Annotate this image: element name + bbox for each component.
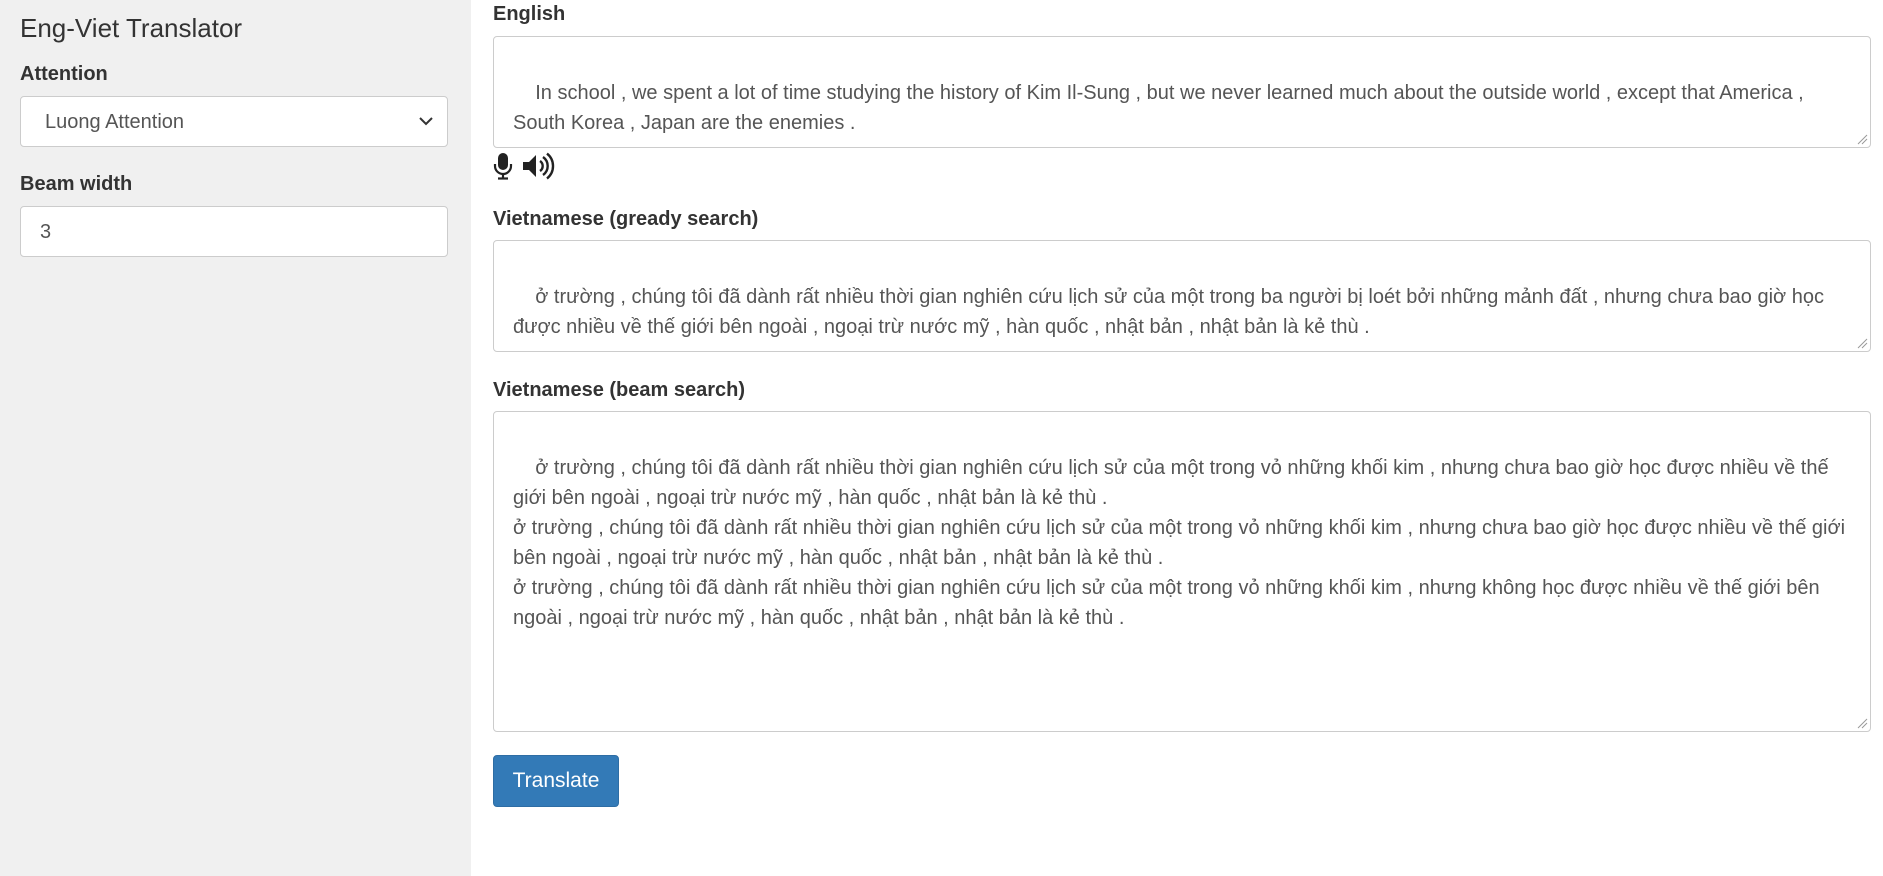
- english-text: In school , we spent a lot of time study…: [513, 82, 1810, 134]
- beam-text: ở trường , chúng tôi đã dành rất nhiều t…: [513, 457, 1846, 629]
- sidebar: Eng-Viet Translator Attention Luong Atte…: [0, 0, 471, 876]
- english-textarea[interactable]: In school , we spent a lot of time study…: [493, 36, 1871, 148]
- beam-width-input[interactable]: 3: [20, 206, 448, 257]
- microphone-icon[interactable]: [493, 152, 513, 180]
- attention-select[interactable]: Luong Attention: [20, 96, 448, 147]
- beam-width-label: Beam width: [20, 173, 133, 195]
- attention-select-value: Luong Attention: [45, 111, 185, 133]
- resize-grip-icon[interactable]: [1856, 717, 1868, 729]
- speaker-icon[interactable]: [521, 152, 555, 180]
- chevron-down-icon: [419, 117, 433, 126]
- beam-textarea[interactable]: ở trường , chúng tôi đã dành rất nhiều t…: [493, 411, 1871, 732]
- resize-grip-icon[interactable]: [1856, 337, 1868, 349]
- greedy-label: Vietnamese (gready search): [493, 208, 759, 230]
- beam-label: Vietnamese (beam search): [493, 379, 745, 401]
- attention-label: Attention: [20, 63, 108, 85]
- greedy-text: ở trường , chúng tôi đã dành rất nhiều t…: [513, 286, 1830, 338]
- app-title: Eng-Viet Translator: [20, 13, 243, 43]
- speech-controls: [493, 151, 555, 181]
- english-label: English: [493, 3, 566, 25]
- translate-button[interactable]: Translate: [493, 755, 619, 807]
- greedy-textarea[interactable]: ở trường , chúng tôi đã dành rất nhiều t…: [493, 240, 1871, 352]
- resize-grip-icon[interactable]: [1856, 133, 1868, 145]
